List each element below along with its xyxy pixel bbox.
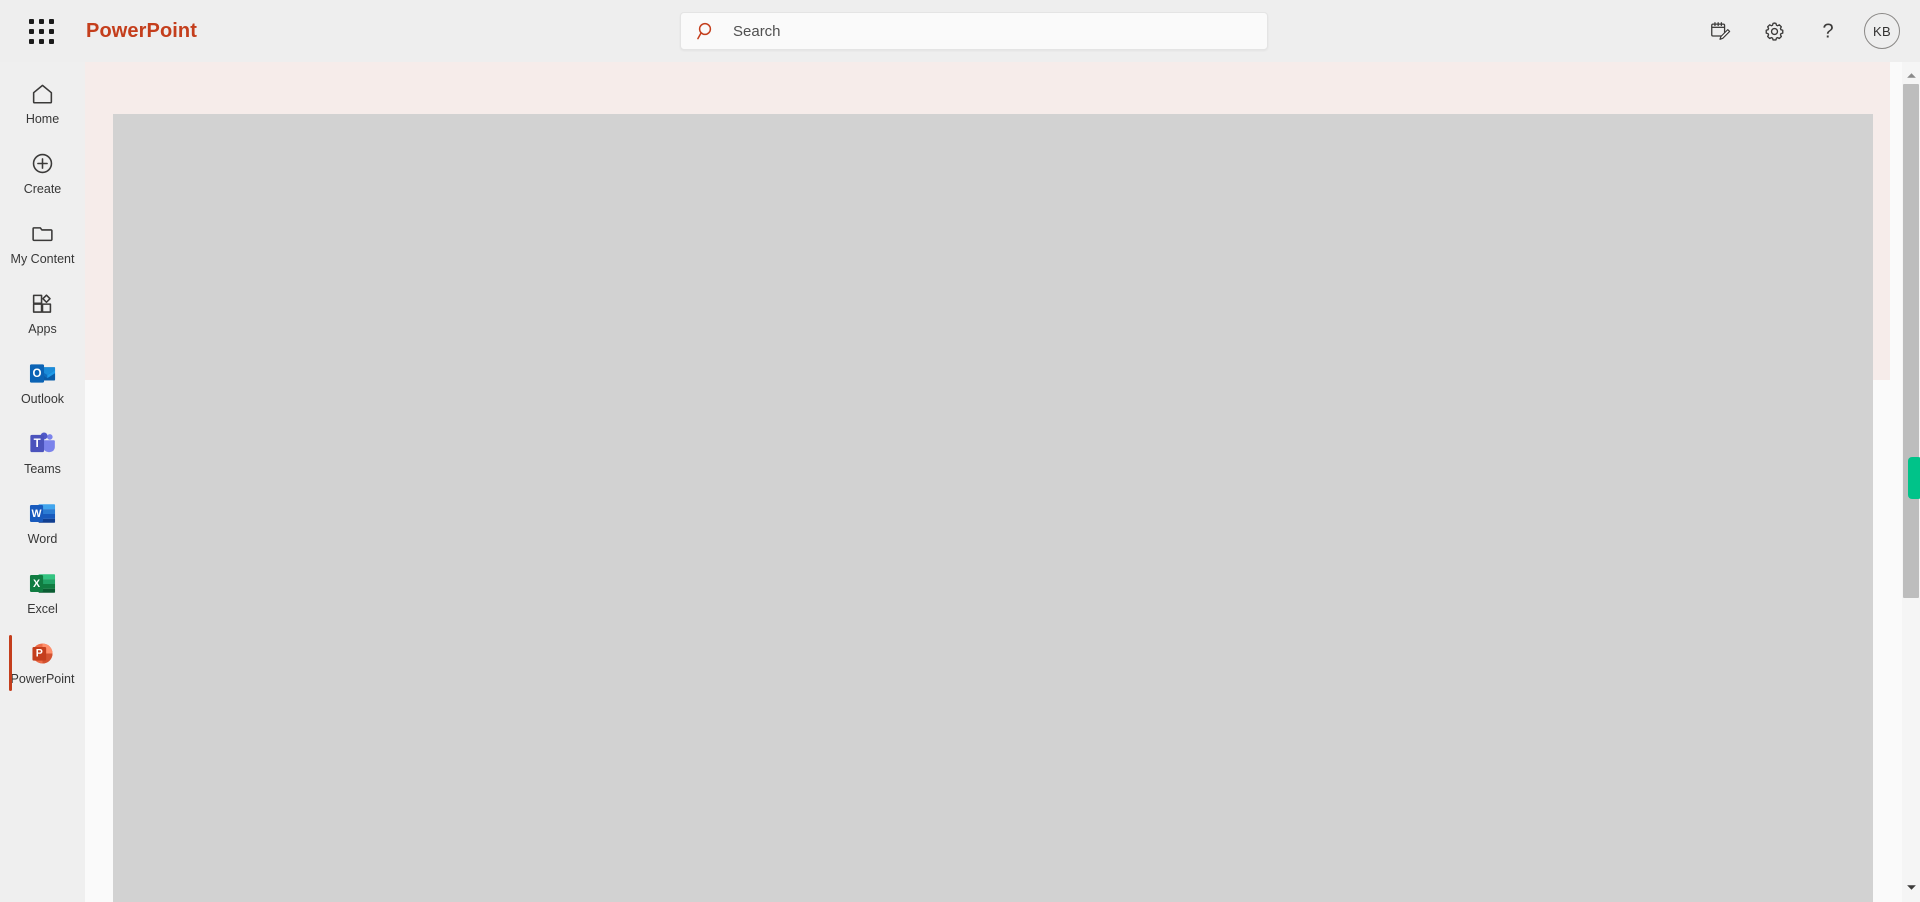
feedback-notes-button[interactable] xyxy=(1700,11,1740,51)
svg-text:X: X xyxy=(33,578,40,590)
vertical-scrollbar[interactable] xyxy=(1902,62,1920,902)
waffle-grid-icon xyxy=(28,18,54,44)
folder-icon xyxy=(30,221,55,247)
avatar-initials: KB xyxy=(1873,23,1891,39)
sidebar-item-label: Apps xyxy=(28,321,57,336)
settings-button[interactable] xyxy=(1754,11,1794,51)
sidebar-item-powerpoint[interactable]: P PowerPoint xyxy=(0,628,85,698)
sidebar-item-teams[interactable]: T Teams xyxy=(0,418,85,488)
scrollbar-thumb[interactable] xyxy=(1903,84,1919,598)
sidebar-item-label: Outlook xyxy=(20,391,65,406)
sidebar-item-home[interactable]: Home xyxy=(0,68,85,138)
teams-icon: T xyxy=(29,431,56,457)
search-input[interactable] xyxy=(733,22,1213,40)
sidebar-item-label: Word xyxy=(27,531,58,546)
sidebar-item-outlook[interactable]: O Outlook xyxy=(0,348,85,418)
left-navigation-rail: Home Create My Content Apps O Outlook T … xyxy=(0,62,85,902)
avatar[interactable]: KB xyxy=(1864,13,1900,49)
content-placeholder xyxy=(113,114,1873,902)
svg-text:T: T xyxy=(34,438,41,450)
scroll-down-button[interactable] xyxy=(1902,878,1920,896)
outlook-icon: O xyxy=(29,361,56,387)
search-container[interactable] xyxy=(680,12,1268,50)
app-launcher-button[interactable] xyxy=(18,8,64,54)
apps-grid-icon xyxy=(30,291,55,317)
main-content-area xyxy=(85,62,1920,902)
home-icon xyxy=(30,81,55,107)
sidebar-item-label: My Content xyxy=(10,251,75,266)
search-icon xyxy=(697,21,717,41)
help-icon: ? xyxy=(1822,21,1833,43)
svg-text:P: P xyxy=(36,648,43,660)
help-button[interactable]: ? xyxy=(1808,11,1848,51)
gear-icon xyxy=(1765,21,1783,41)
search-box[interactable] xyxy=(680,12,1268,50)
scroll-up-button[interactable] xyxy=(1902,66,1920,84)
scroll-down-arrow-icon xyxy=(1906,884,1916,890)
scrollbar-track[interactable] xyxy=(1902,84,1920,880)
header-actions: ? KB xyxy=(1700,0,1906,62)
sidebar-item-label: Home xyxy=(25,111,60,126)
top-header-bar: PowerPoint Search ? KB xyxy=(0,0,1920,62)
sidebar-item-label: Teams xyxy=(24,461,61,476)
svg-text:?: ? xyxy=(1822,21,1833,43)
word-icon: W xyxy=(29,501,56,527)
sidebar-item-apps[interactable]: Apps xyxy=(0,278,85,348)
page-title[interactable]: PowerPoint xyxy=(86,20,197,43)
sidebar-item-excel[interactable]: X Excel xyxy=(0,558,85,628)
scroll-position-marker xyxy=(1908,457,1920,499)
sidebar-item-create[interactable]: Create xyxy=(0,138,85,208)
sidebar-item-label: Excel xyxy=(27,601,58,616)
sidebar-item-label: PowerPoint xyxy=(10,671,75,686)
scroll-up-arrow-icon xyxy=(1906,72,1916,78)
sidebar-item-label: Create xyxy=(23,181,62,196)
plus-circle-icon xyxy=(30,151,55,177)
svg-text:W: W xyxy=(32,508,42,520)
svg-text:O: O xyxy=(33,368,42,380)
excel-icon: X xyxy=(29,571,56,597)
sidebar-item-word[interactable]: W Word xyxy=(0,488,85,558)
powerpoint-icon: P xyxy=(29,641,56,667)
feedback-notes-icon xyxy=(1711,22,1731,40)
sidebar-item-my-content[interactable]: My Content xyxy=(0,208,85,278)
